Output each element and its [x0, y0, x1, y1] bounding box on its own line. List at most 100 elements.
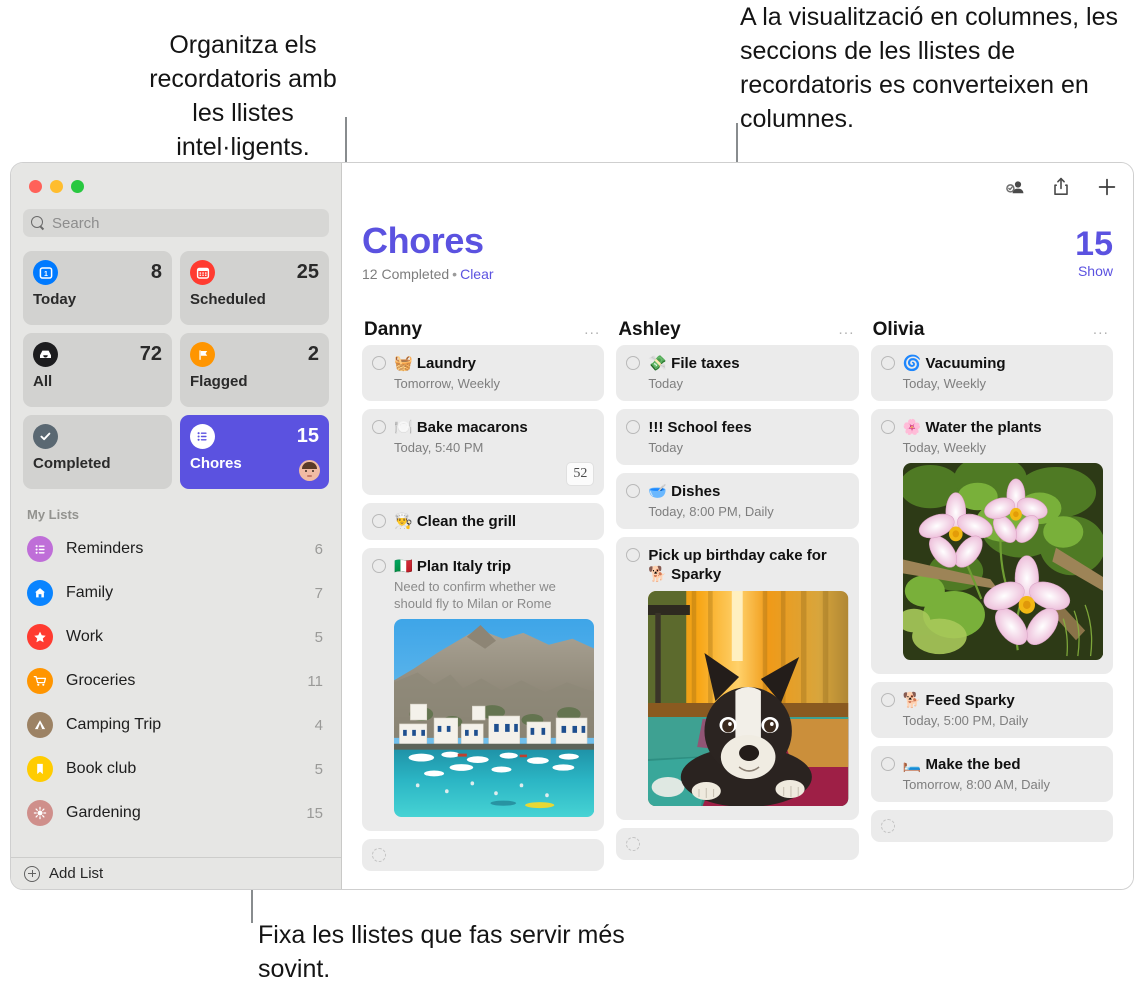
reminder-item[interactable]: 🇮🇹 Plan Italy trip Need to confirm wheth… [362, 548, 604, 831]
complete-toggle[interactable] [626, 420, 640, 434]
clear-button[interactable]: Clear [460, 266, 493, 282]
list-item-label: Work [66, 628, 302, 646]
close-button[interactable] [29, 180, 42, 193]
reminder-item[interactable]: 🌀 Vacuuming Today, Weekly [871, 345, 1113, 401]
complete-toggle[interactable] [881, 757, 895, 771]
reminder-attachment[interactable]: 52 [394, 462, 594, 486]
column-header: Olivia ... [871, 315, 1113, 345]
list-item-count: 7 [315, 585, 323, 602]
show-button[interactable]: Show [1075, 263, 1113, 279]
reminder-item[interactable]: 💸 File taxes Today [616, 345, 858, 401]
flagged-count: 2 [308, 342, 319, 366]
list-item-count: 11 [307, 673, 323, 690]
search-icon [31, 216, 45, 230]
reminder-item[interactable]: 🛏️ Make the bed Tomorrow, 8:00 AM, Daily [871, 746, 1113, 802]
complete-toggle[interactable] [626, 356, 640, 370]
completed-summary: 12 Completed•Clear [362, 266, 1133, 282]
smart-list-all[interactable]: 72 All [23, 333, 172, 407]
reminder-item[interactable]: 👨‍🍳 Clean the grill [362, 503, 604, 540]
completed-label: Completed [33, 455, 162, 472]
smart-list-scheduled[interactable]: 25 Scheduled [180, 251, 329, 325]
list-item-camping-trip[interactable]: Camping Trip 4 [11, 703, 341, 747]
smart-list-completed[interactable]: Completed [23, 415, 172, 489]
list-bullet-icon [27, 536, 53, 562]
reminder-item[interactable]: 🥣 Dishes Today, 8:00 PM, Daily [616, 473, 858, 529]
column-menu-button[interactable]: ... [839, 325, 855, 335]
list-item-reminders[interactable]: Reminders 6 [11, 527, 341, 571]
list-item-family[interactable]: Family 7 [11, 571, 341, 615]
reminder-item[interactable]: 🐕 Feed Sparky Today, 5:00 PM, Daily [871, 682, 1113, 738]
column-header: Danny ... [362, 315, 604, 345]
minimize-button[interactable] [50, 180, 63, 193]
column-ashley: Ashley ... 💸 File taxes Today !!! [610, 315, 864, 889]
complete-toggle[interactable] [881, 819, 895, 833]
scheduled-count: 25 [297, 260, 319, 284]
share-people-icon[interactable] [1003, 175, 1027, 199]
column-title: Danny [364, 319, 422, 341]
main-content: Chores 12 Completed•Clear 15 Show Danny … [342, 163, 1133, 889]
complete-toggle[interactable] [372, 356, 386, 370]
reminder-item[interactable]: 🍽️ Bake macarons Today, 5:40 PM 52 [362, 409, 604, 495]
smart-list-chores[interactable]: 15 Chores [180, 415, 329, 489]
column-menu-button[interactable]: ... [584, 325, 600, 335]
cart-icon [27, 668, 53, 694]
reminder-item[interactable]: 🌸 Water the plants Today, Weekly [871, 409, 1113, 674]
list-item-groceries[interactable]: Groceries 11 [11, 659, 341, 703]
complete-toggle[interactable] [626, 484, 640, 498]
coastal-village-harbor-photo[interactable] [394, 619, 594, 822]
complete-toggle[interactable] [881, 420, 895, 434]
my-lists-container[interactable]: Reminders 6 Family 7 Work 5 [11, 527, 341, 857]
new-reminder-row[interactable] [362, 839, 604, 871]
list-item-work[interactable]: Work 5 [11, 615, 341, 659]
reminder-title: 🌸 Water the plants [903, 418, 1103, 437]
list-item-book-club[interactable]: Book club 5 [11, 747, 341, 791]
list-item-count: 5 [315, 629, 323, 646]
add-list-button[interactable]: Add List [11, 857, 341, 889]
reminder-item[interactable]: 🧺 Laundry Tomorrow, Weekly [362, 345, 604, 401]
callout-bottom-left: Fixa les llistes que fas servir més sovi… [258, 918, 678, 986]
complete-toggle[interactable] [881, 693, 895, 707]
share-export-icon[interactable] [1049, 175, 1073, 199]
complete-toggle[interactable] [626, 837, 640, 851]
complete-toggle[interactable] [372, 848, 386, 862]
flagged-label: Flagged [190, 373, 319, 390]
all-inbox-icon [33, 342, 58, 367]
complete-toggle[interactable] [372, 420, 386, 434]
today-label: Today [33, 291, 162, 308]
smart-list-today[interactable]: 1 8 Today [23, 251, 172, 325]
add-plus-icon[interactable] [1095, 175, 1119, 199]
reminder-subtitle: Today [648, 439, 848, 456]
column-menu-button[interactable]: ... [1093, 325, 1109, 335]
boston-terrier-dog-photo[interactable] [648, 591, 848, 811]
list-item-label: Groceries [66, 672, 294, 690]
new-reminder-row[interactable] [871, 810, 1113, 842]
list-item-count: 6 [315, 541, 323, 558]
reminder-item[interactable]: !!! School fees Today [616, 409, 858, 465]
completed-count-box: 15 Show [1075, 226, 1113, 279]
pink-cosmos-flowers-photo[interactable] [903, 463, 1103, 665]
complete-toggle[interactable] [372, 514, 386, 528]
reminder-title: 🇮🇹 Plan Italy trip [394, 557, 594, 576]
reminder-title: Pick up birthday cake for 🐕 Sparky [648, 546, 848, 584]
list-item-count: 15 [306, 805, 323, 822]
new-reminder-row[interactable] [616, 828, 858, 860]
plus-circle-icon [24, 866, 40, 882]
search-field[interactable]: Search [23, 209, 329, 237]
checkmark-icon [33, 424, 58, 449]
zoom-button[interactable] [71, 180, 84, 193]
complete-toggle[interactable] [372, 559, 386, 573]
list-item-gardening[interactable]: Gardening 15 [11, 791, 341, 835]
flag-icon [190, 342, 215, 367]
column-header: Ashley ... [616, 315, 858, 345]
smart-list-flagged[interactable]: 2 Flagged [180, 333, 329, 407]
column-title: Ashley [618, 319, 680, 341]
smart-lists-grid: 1 8 Today 25 Scheduled [11, 251, 341, 489]
reminder-title: 👨‍🍳 Clean the grill [394, 512, 594, 531]
reminder-subtitle: Today [648, 375, 848, 392]
list-bullet-icon [190, 424, 215, 449]
complete-toggle[interactable] [881, 356, 895, 370]
toolbar [1003, 175, 1119, 199]
sidebar: Search 1 8 Today [11, 163, 342, 889]
reminder-item[interactable]: Pick up birthday cake for 🐕 Sparky [616, 537, 858, 820]
complete-toggle[interactable] [626, 548, 640, 562]
